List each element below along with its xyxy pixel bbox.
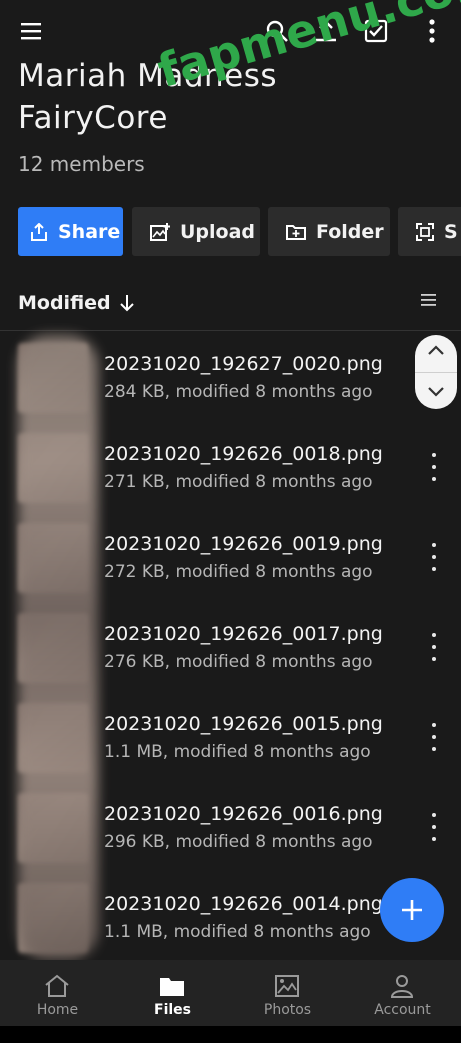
scroll-control[interactable] xyxy=(415,335,457,409)
top-app-bar xyxy=(0,0,461,60)
page-title-line1: Mariah Madness xyxy=(18,58,278,94)
upload-button-label: Upload xyxy=(180,220,256,243)
file-name: 20231020_192626_0017.png xyxy=(104,623,383,645)
file-name: 20231020_192627_0020.png xyxy=(104,353,383,375)
account-icon xyxy=(390,975,414,998)
nav-home-label: Home xyxy=(36,1002,79,1018)
nav-account-label: Account xyxy=(374,1002,431,1018)
file-name: 20231020_192626_0019.png xyxy=(104,533,383,555)
list-view-icon[interactable] xyxy=(420,292,438,312)
menu-icon[interactable] xyxy=(19,18,45,44)
divider xyxy=(0,330,461,331)
more-vertical-icon[interactable] xyxy=(419,18,445,44)
file-meta: 271 KB, modified 8 months ago xyxy=(104,472,373,492)
home-icon xyxy=(45,974,69,997)
share-button-label: Share xyxy=(58,220,121,243)
more-options-icon[interactable] xyxy=(425,813,443,841)
add-folder-icon xyxy=(286,224,306,240)
more-options-icon[interactable] xyxy=(425,633,443,661)
photos-icon xyxy=(275,975,299,997)
folder-icon xyxy=(160,978,184,996)
file-meta: 296 KB, modified 8 months ago xyxy=(104,832,373,852)
file-name: 20231020_192626_0014.png xyxy=(104,893,383,915)
add-fab-button[interactable] xyxy=(380,878,444,942)
file-meta: 276 KB, modified 8 months ago xyxy=(104,652,373,672)
page-title: Mariah Madness FairyCore xyxy=(18,58,278,136)
folder-button[interactable]: Folder xyxy=(268,207,390,256)
more-options-icon[interactable] xyxy=(425,453,443,481)
folder-button-label: Folder xyxy=(316,220,384,243)
sort-label: Modified xyxy=(18,292,111,314)
file-meta: 272 KB, modified 8 months ago xyxy=(104,562,373,582)
file-meta: 1.1 MB, modified 8 months ago xyxy=(104,742,371,762)
more-options-icon[interactable] xyxy=(425,543,443,571)
upload-button[interactable]: Upload xyxy=(132,207,260,256)
nav-photos[interactable]: Photos xyxy=(230,960,345,1026)
file-name: 20231020_192626_0015.png xyxy=(104,713,383,735)
share-button[interactable]: Share xyxy=(18,207,123,256)
system-nav-bar xyxy=(0,1026,461,1043)
more-options-icon[interactable] xyxy=(425,723,443,751)
scan-button[interactable]: S xyxy=(398,207,461,256)
share-icon xyxy=(31,222,47,241)
chevron-up-icon[interactable] xyxy=(426,343,446,357)
arrow-down-icon xyxy=(119,295,134,312)
nav-account[interactable]: Account xyxy=(345,960,460,1026)
nav-files[interactable]: Files xyxy=(115,960,230,1026)
nav-home[interactable]: Home xyxy=(0,960,115,1026)
action-buttons-row: Share Upload Folder S xyxy=(0,207,461,257)
file-meta: 1.1 MB, modified 8 months ago xyxy=(104,922,371,942)
bottom-navigation: Home Files Photos Account xyxy=(0,960,461,1026)
page-title-line2: FairyCore xyxy=(18,100,168,136)
members-count: 12 members xyxy=(18,152,145,176)
file-name: 20231020_192626_0018.png xyxy=(104,443,383,465)
nav-photos-label: Photos xyxy=(263,1002,312,1018)
upload-icon[interactable] xyxy=(313,18,339,44)
select-checkbox-icon[interactable] xyxy=(363,18,389,44)
plus-icon xyxy=(402,900,422,920)
search-icon[interactable] xyxy=(264,18,290,44)
chevron-down-icon[interactable] xyxy=(426,385,446,399)
file-name: 20231020_192626_0016.png xyxy=(104,803,383,825)
sort-control[interactable]: Modified xyxy=(18,292,135,314)
upload-image-icon xyxy=(150,222,170,241)
scan-icon xyxy=(416,222,434,241)
scan-button-label: S xyxy=(444,220,458,243)
nav-files-label: Files xyxy=(154,1002,191,1018)
blur-overlay xyxy=(18,335,98,960)
file-meta: 284 KB, modified 8 months ago xyxy=(104,382,373,402)
